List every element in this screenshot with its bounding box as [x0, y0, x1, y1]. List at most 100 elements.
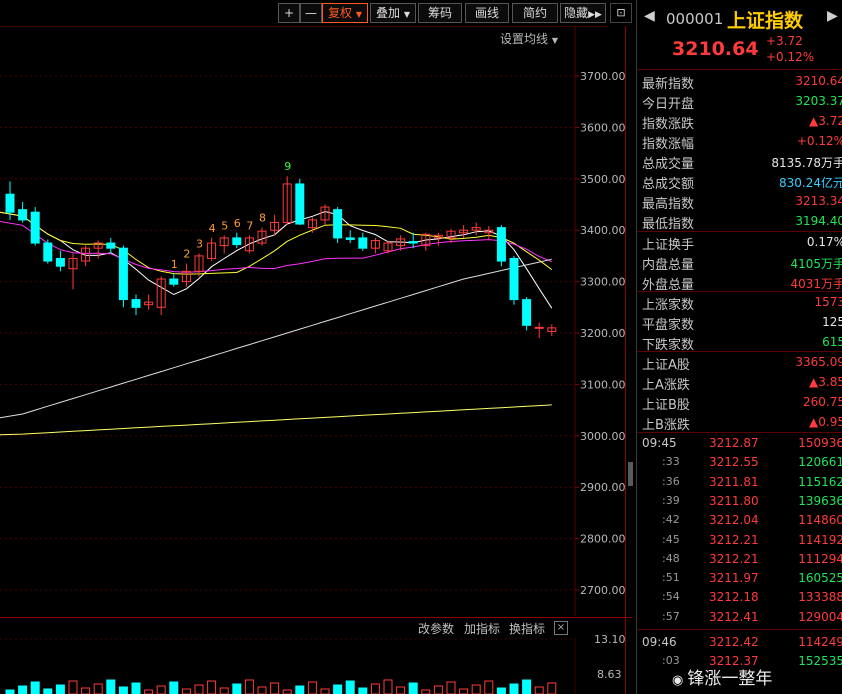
indicator-bar	[333, 684, 343, 694]
indicator-bar	[282, 689, 292, 694]
quote-row: 最低指数 3194.40	[637, 212, 842, 232]
close-icon[interactable]: ×	[554, 621, 568, 635]
indicator-bar	[219, 687, 229, 694]
quote-row: 最新指数 3210.64	[637, 72, 842, 92]
quote-label: 内盘总量	[642, 258, 695, 273]
panel-toggle-button[interactable]: ⊡	[610, 3, 632, 23]
quote-row: 上证B股 260.75	[637, 393, 842, 413]
tick-row[interactable]: :54 3212.18 133388	[637, 588, 842, 607]
chips-button[interactable]: 筹码	[418, 3, 462, 23]
tick-row[interactable]: :51 3211.97 160525	[637, 569, 842, 588]
price-change: +3.72	[766, 34, 803, 48]
next-stock-icon[interactable]: ▶	[827, 8, 838, 24]
hide-label: 隐藏	[564, 6, 589, 20]
indicator-bar	[68, 680, 78, 694]
candle	[509, 255, 519, 305]
quote-label: 上B涨跌	[642, 418, 690, 433]
collapse-handle[interactable]	[628, 462, 633, 486]
price-tick-label: 3700.00	[580, 70, 625, 83]
quote-label: 上证换手	[642, 238, 695, 253]
quote-label: 最高指数	[642, 197, 695, 212]
zoom-out-button[interactable]: —	[300, 3, 322, 23]
tick-volume: 133388	[798, 590, 842, 605]
tick-row[interactable]: 09:45 3212.87 150936	[637, 434, 842, 453]
indicator-bar	[471, 684, 481, 694]
panel-separator	[637, 432, 842, 433]
indicator-chart[interactable]	[0, 638, 632, 694]
double-chevron-right-icon: ▶▶	[588, 10, 602, 20]
candlestick-chart[interactable]: 1234 5 6 78 9 3700.00 3600.00 3500.00 3400.00 33…	[0, 26, 625, 616]
panel-separator	[637, 351, 842, 352]
candle	[522, 297, 532, 331]
tick-row[interactable]: :48 3212.21 111294	[637, 550, 842, 569]
tick-row[interactable]: :45 3212.21 114192	[637, 531, 842, 550]
td-label: 1	[171, 258, 178, 271]
candle	[106, 237, 116, 254]
tick-price: 3212.41	[709, 609, 759, 624]
quote-value: 125	[822, 315, 842, 329]
tick-row[interactable]: :36 3211.81 115162	[637, 473, 842, 492]
price-tick-label: 2900.00	[580, 481, 625, 494]
candle	[169, 273, 179, 287]
quote-value: 3365.09	[795, 355, 842, 369]
ma-settings-button[interactable]: 设置均线 ▼	[500, 30, 558, 47]
quote-row: 最高指数 3213.34	[637, 192, 842, 212]
indicator-bar	[131, 682, 141, 694]
quote-label: 上A涨跌	[642, 378, 690, 393]
ma5-line	[0, 210, 553, 309]
candle	[118, 245, 128, 308]
indicator-bar	[534, 686, 544, 694]
tick-time: :33	[662, 455, 680, 469]
panel-divider[interactable]	[625, 26, 626, 694]
ma-settings-label: 设置均线	[500, 32, 549, 46]
tick-row[interactable]: :39 3211.80 139636	[637, 492, 842, 511]
tick-row[interactable]: 09:46 3212.42 114249	[637, 633, 842, 652]
indicator-bar	[484, 680, 494, 694]
quote-row: 今日开盘 3203.37	[637, 92, 842, 112]
edit-params-button[interactable]: 改参数	[418, 620, 454, 637]
tick-price: 3212.21	[709, 551, 759, 566]
quote-label: 今日开盘	[642, 97, 695, 112]
tick-row[interactable]: :42 3212.04 114860	[637, 511, 842, 530]
quote-row: 平盘家数 125	[637, 313, 842, 333]
tick-row[interactable]: :33 3212.55 120661	[637, 453, 842, 472]
restore-rights-button[interactable]: 复权 ▼	[322, 3, 368, 23]
price-tick-label: 3400.00	[580, 224, 625, 237]
quote-value: 3210.64	[795, 74, 842, 88]
indicator-bar	[55, 684, 65, 694]
quote-value: ▲3.85	[809, 375, 842, 389]
tick-row[interactable]: :57 3212.41 129004	[637, 608, 842, 627]
stock-name: 上证指数	[727, 10, 804, 32]
quote-value: 3203.37	[795, 94, 842, 108]
candle-body	[232, 237, 242, 246]
panel-separator	[637, 231, 842, 232]
tick-price: 3212.42	[709, 635, 759, 649]
tick-price: 3211.81	[709, 474, 759, 489]
tick-time: :36	[662, 474, 680, 488]
prev-stock-icon[interactable]: ◀	[644, 8, 655, 24]
price-tick-label: 3300.00	[580, 276, 625, 289]
quote-value: 4105万手	[790, 257, 842, 271]
candle	[68, 253, 78, 290]
candle-body	[43, 242, 53, 262]
switch-indicator-button[interactable]: 换指标	[509, 620, 545, 637]
panel-separator	[637, 629, 842, 630]
td-label: 2	[183, 248, 190, 261]
candles	[5, 176, 557, 339]
indicator-bar	[207, 680, 217, 694]
indicator-bar	[522, 679, 532, 694]
td-label: 9	[284, 160, 291, 173]
quote-label: 总成交额	[642, 177, 695, 192]
hide-button[interactable]: 隐藏▶▶	[560, 3, 606, 23]
overlay-button[interactable]: 叠加 ▼	[370, 3, 416, 23]
simple-mode-button[interactable]: 简约	[512, 3, 558, 23]
candle-body	[358, 237, 368, 249]
tick-volume: 114192	[798, 532, 842, 547]
panel-separator	[637, 69, 842, 70]
draw-line-button[interactable]: 画线	[465, 3, 509, 23]
zoom-in-button[interactable]: +	[278, 3, 300, 23]
candle-body	[534, 326, 544, 329]
add-indicator-button[interactable]: 加指标	[464, 620, 500, 637]
indicator-bar	[270, 682, 280, 694]
candle-body	[509, 257, 519, 301]
